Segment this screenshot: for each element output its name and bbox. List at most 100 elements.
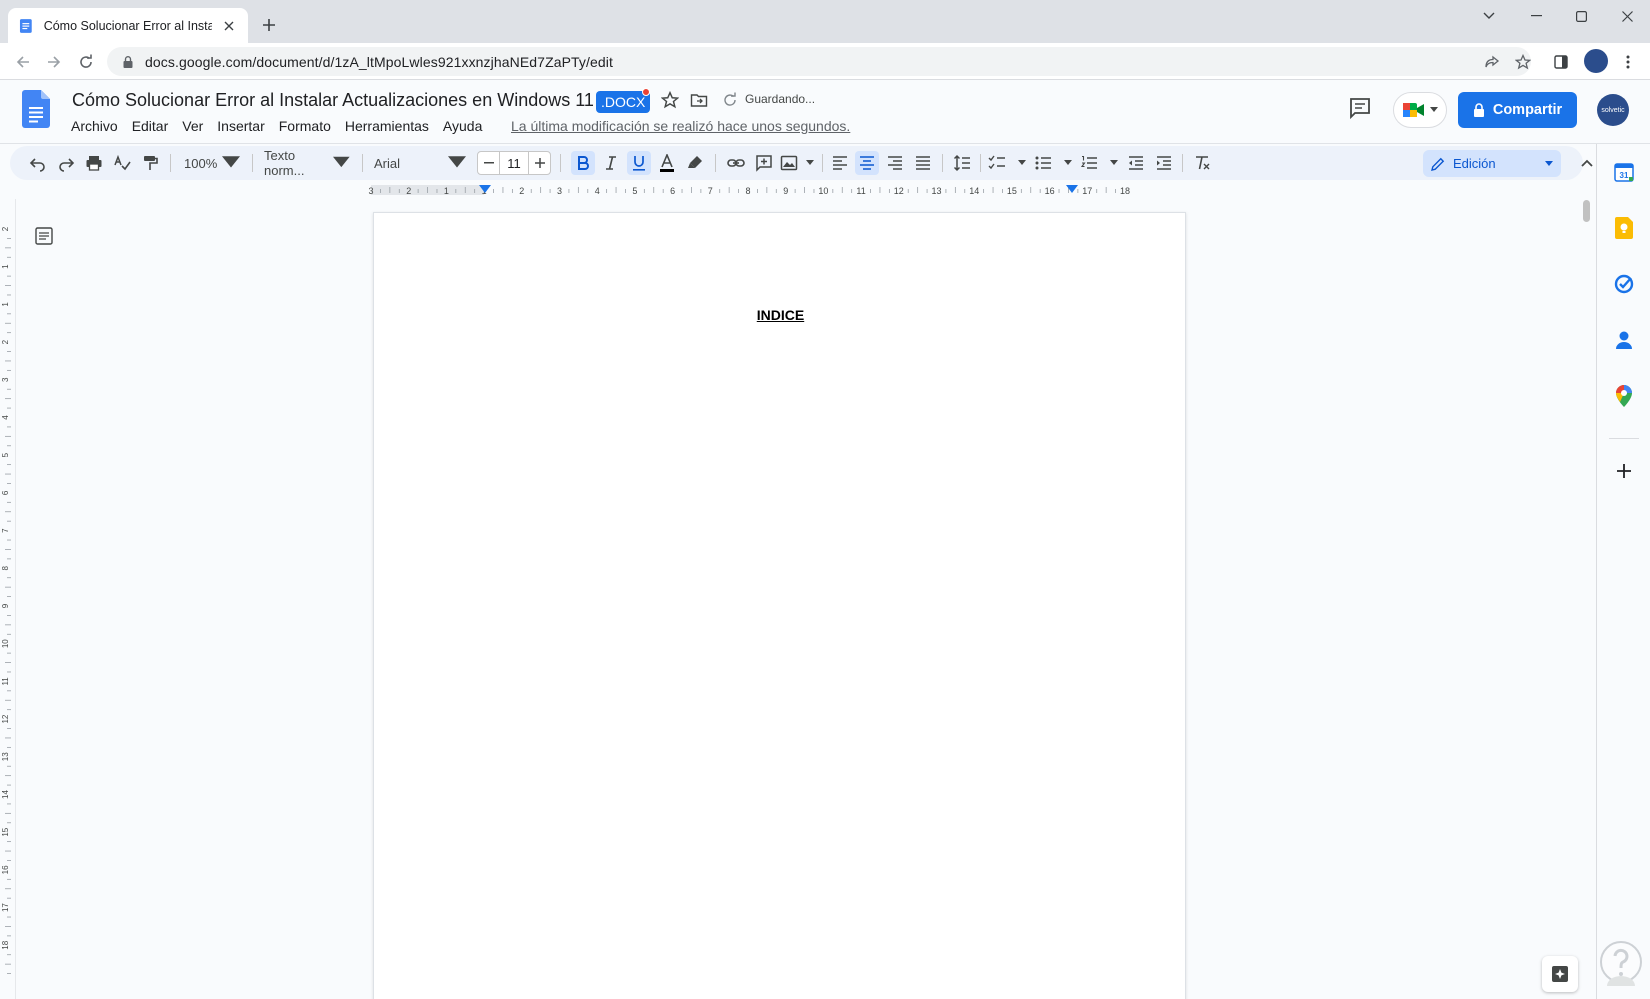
share-page-icon[interactable] [1482,52,1502,72]
checklist-button[interactable] [988,151,1026,175]
document-title[interactable]: Cómo Solucionar Error al Instalar Actual… [72,90,594,111]
add-comment-button[interactable] [752,151,776,175]
page-heading[interactable]: INDICE [374,307,1187,323]
close-window-icon[interactable] [1611,6,1643,26]
font-size-value[interactable]: 11 [500,156,528,171]
menu-ver[interactable]: Ver [182,118,203,134]
highlighter-icon [688,156,702,168]
docs-logo-icon[interactable] [22,90,50,128]
separator [822,154,823,172]
chevron-down-icon [448,156,466,168]
line-spacing-button[interactable] [950,151,974,175]
justify-button[interactable] [911,151,935,175]
lock-icon [123,55,133,68]
account-avatar[interactable]: solvetic [1597,94,1629,126]
last-edit-link[interactable]: La última modificación se realizó hace u… [511,118,850,134]
insert-image-button[interactable] [780,151,814,175]
zoom-select[interactable]: 100% [180,151,244,175]
forward-icon[interactable] [43,51,65,73]
redo-icon[interactable] [54,151,78,175]
paragraph-style-value: Texto norm... [264,148,305,178]
share-button[interactable]: Compartir [1458,92,1577,128]
reload-icon[interactable] [75,51,97,73]
decrease-indent-button[interactable] [1124,151,1148,175]
calendar-icon[interactable]: 31 [1612,160,1636,184]
profile-avatar[interactable] [1584,49,1608,73]
indent-marker[interactable] [1066,185,1078,193]
document-page[interactable]: INDICE [373,212,1186,999]
text-color-icon [660,154,674,172]
keep-icon[interactable] [1612,216,1636,240]
maximize-icon[interactable] [1565,6,1597,26]
get-addons-icon[interactable] [1612,459,1636,483]
back-icon[interactable] [12,51,34,73]
vertical-ruler-label: 16 [1,865,10,874]
vertical-ruler-label: 1 [1,264,10,269]
paint-format-icon[interactable] [138,151,162,175]
spellcheck-icon[interactable] [110,151,134,175]
insert-link-button[interactable] [724,151,748,175]
close-tab-icon[interactable] [220,17,238,35]
chevron-down-icon [1064,160,1072,165]
menu-herramientas[interactable]: Herramientas [345,118,429,134]
browser-menu-icon[interactable] [1618,52,1638,72]
move-folder-icon[interactable] [690,91,708,109]
tab-search-icon[interactable] [1473,6,1505,26]
docs-favicon-icon [19,18,32,33]
align-center-icon [860,156,874,170]
text-color-button[interactable] [655,151,679,175]
separator [1182,154,1183,172]
align-left-button[interactable] [828,151,852,175]
explore-button[interactable] [1542,956,1578,992]
side-panel-icon[interactable] [1551,52,1571,72]
browser-toolbar: docs.google.com/document/d/1zA_ltMpoLwle… [0,43,1650,80]
underline-icon [633,156,645,171]
highlight-color-button[interactable] [683,151,707,175]
scrollbar-thumb[interactable] [1583,200,1590,222]
menu-archivo[interactable]: Archivo [71,118,118,134]
align-right-button[interactable] [883,151,907,175]
vertical-ruler-label: 5 [1,452,10,457]
address-bar[interactable]: docs.google.com/document/d/1zA_ltMpoLwle… [107,47,1531,76]
increase-font-size-button[interactable] [528,152,550,174]
align-center-button[interactable] [855,151,879,175]
minimize-icon[interactable] [1520,6,1552,26]
menu-ayuda[interactable]: Ayuda [443,118,482,134]
browser-tab[interactable]: Cómo Solucionar Error al Instalar Actual… [8,8,248,43]
paragraph-style-select[interactable]: Texto norm... [260,148,354,178]
font-select[interactable]: Arial [370,151,470,175]
scrollbar[interactable] [1582,199,1592,999]
editing-mode-select[interactable]: Edición [1423,150,1561,177]
bookmark-star-icon[interactable] [1513,52,1533,72]
print-icon[interactable] [82,151,106,175]
document-outline-icon[interactable] [34,226,54,246]
underline-button[interactable] [627,151,651,175]
vertical-ruler-label: 14 [1,790,10,799]
contacts-icon[interactable] [1612,328,1636,352]
side-panel: 31 [1596,144,1650,999]
new-tab-icon[interactable] [258,14,280,36]
chevron-down-icon [1110,160,1118,165]
ruler-tick-label: 7 [708,186,713,196]
clear-formatting-button[interactable] [1190,151,1214,175]
menu-editar[interactable]: Editar [132,118,169,134]
star-icon[interactable] [661,91,679,109]
separator [560,154,561,172]
decrease-indent-icon [1129,156,1143,170]
tasks-icon[interactable] [1612,272,1636,296]
bulleted-list-button[interactable] [1034,151,1072,175]
italic-button[interactable] [599,151,623,175]
maps-icon[interactable] [1612,384,1636,408]
decrease-font-size-button[interactable] [478,152,500,174]
increase-indent-button[interactable] [1152,151,1176,175]
vertical-ruler[interactable]: 2 1 1 2 3 4 5 6 7 8 9 10 11 12 13 14 15 16 17 18 [0,199,16,999]
horizontal-ruler[interactable]: 321123456789101112131415161718 [0,181,1595,199]
numbered-list-button[interactable] [1080,151,1118,175]
menu-formato[interactable]: Formato [279,118,331,134]
comments-icon[interactable] [1348,96,1372,120]
undo-icon[interactable] [26,151,50,175]
bold-button[interactable] [571,151,595,175]
pencil-icon [1431,157,1445,171]
menu-insertar[interactable]: Insertar [217,118,264,134]
meet-button[interactable] [1393,92,1447,128]
